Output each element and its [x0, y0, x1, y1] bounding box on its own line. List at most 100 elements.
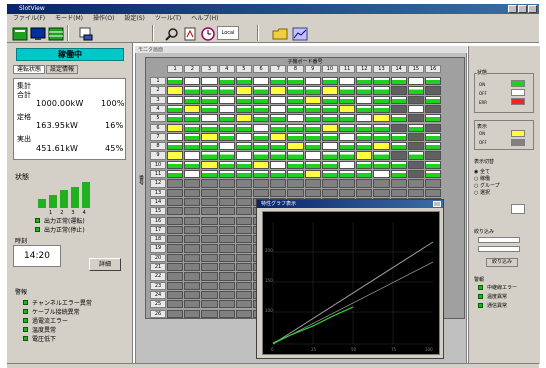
slot-cell[interactable]: [184, 188, 201, 197]
slot-cell[interactable]: [167, 290, 184, 300]
slot-cell[interactable]: [218, 225, 235, 235]
slot-cell[interactable]: [356, 104, 373, 114]
slot-cell[interactable]: [218, 160, 235, 169]
slot-cell[interactable]: [235, 253, 252, 262]
slot-cell[interactable]: [184, 77, 201, 86]
slot-cell[interactable]: [321, 77, 338, 86]
slot-cell[interactable]: [218, 207, 235, 216]
slot-cell[interactable]: [184, 272, 201, 281]
clock-icon[interactable]: [200, 26, 215, 41]
slot-cell[interactable]: [253, 142, 270, 151]
slot-cell[interactable]: [356, 160, 373, 169]
slot-cell[interactable]: [184, 95, 201, 104]
slot-cell[interactable]: [339, 104, 356, 114]
slot-cell[interactable]: [201, 104, 218, 114]
slot-cell[interactable]: [235, 104, 252, 114]
slot-cell[interactable]: [218, 263, 235, 272]
slot-cell[interactable]: [201, 188, 218, 197]
local-button[interactable]: Local: [217, 26, 239, 40]
filter-input-2[interactable]: [478, 246, 520, 252]
slot-cell[interactable]: [167, 188, 184, 197]
slot-cell[interactable]: [339, 114, 356, 123]
slot-cell[interactable]: [167, 235, 184, 244]
slot-cell[interactable]: [201, 300, 218, 309]
slot-cell[interactable]: [218, 300, 235, 309]
slot-cell[interactable]: [253, 160, 270, 169]
slot-cell[interactable]: [218, 197, 235, 207]
slot-cell[interactable]: [407, 160, 424, 169]
slot-cell[interactable]: [390, 142, 407, 151]
slot-cell[interactable]: [253, 170, 270, 179]
slot-cell[interactable]: [373, 114, 390, 123]
slot-cell[interactable]: [184, 151, 201, 160]
slot-cell[interactable]: [167, 114, 184, 123]
slot-cell[interactable]: [167, 123, 184, 132]
slot-cell[interactable]: [339, 123, 356, 132]
slot-cell[interactable]: [235, 300, 252, 309]
slot-cell[interactable]: [201, 290, 218, 300]
slot-cell[interactable]: [253, 104, 270, 114]
slot-cell[interactable]: [304, 151, 321, 160]
slot-cell[interactable]: [253, 123, 270, 132]
radio-active[interactable]: ○ 稼働: [474, 175, 534, 182]
slot-cell[interactable]: [425, 160, 442, 169]
slot-cell[interactable]: [184, 160, 201, 169]
slot-cell[interactable]: [390, 151, 407, 160]
slot-cell[interactable]: [304, 132, 321, 142]
slot-cell[interactable]: [425, 179, 442, 188]
slot-cell[interactable]: [218, 170, 235, 179]
slot-cell[interactable]: [201, 235, 218, 244]
slot-cell[interactable]: [201, 263, 218, 272]
maximize-button[interactable]: [518, 5, 527, 13]
slot-cell[interactable]: [253, 86, 270, 95]
slot-cell[interactable]: [373, 104, 390, 114]
slot-cell[interactable]: [253, 132, 270, 142]
slot-cell[interactable]: [407, 151, 424, 160]
slot-cell[interactable]: [339, 86, 356, 95]
slot-cell[interactable]: [390, 188, 407, 197]
slot-cell[interactable]: [167, 281, 184, 290]
slot-cell[interactable]: [356, 151, 373, 160]
slot-cell[interactable]: [373, 188, 390, 197]
slot-cell[interactable]: [407, 95, 424, 104]
slot-cell[interactable]: [339, 77, 356, 86]
slot-cell[interactable]: [270, 77, 287, 86]
slot-cell[interactable]: [184, 132, 201, 142]
slot-cell[interactable]: [201, 95, 218, 104]
slot-cell[interactable]: [184, 114, 201, 123]
filter-input-1[interactable]: [478, 237, 520, 243]
slot-cell[interactable]: [270, 104, 287, 114]
slot-cell[interactable]: [253, 77, 270, 86]
slot-cell[interactable]: [270, 132, 287, 142]
slot-cell[interactable]: [184, 253, 201, 262]
slot-cell[interactable]: [184, 290, 201, 300]
slot-cell[interactable]: [218, 253, 235, 262]
slot-cell[interactable]: [270, 151, 287, 160]
slot-cell[interactable]: [356, 179, 373, 188]
slot-cell[interactable]: [235, 216, 252, 225]
slot-cell[interactable]: [339, 179, 356, 188]
menu-tools[interactable]: ツール(T): [155, 14, 181, 23]
slot-cell[interactable]: [167, 272, 184, 281]
slot-cell[interactable]: [407, 188, 424, 197]
slot-cell[interactable]: [218, 235, 235, 244]
monitor-icon[interactable]: [29, 26, 46, 40]
slot-cell[interactable]: [235, 197, 252, 207]
slot-cell[interactable]: [253, 151, 270, 160]
slot-cell[interactable]: [407, 142, 424, 151]
slot-cell[interactable]: [201, 123, 218, 132]
slot-cell[interactable]: [356, 123, 373, 132]
slot-cell[interactable]: [218, 104, 235, 114]
slot-cell[interactable]: [321, 160, 338, 169]
slot-cell[interactable]: [270, 188, 287, 197]
slot-cell[interactable]: [321, 104, 338, 114]
slot-cell[interactable]: [218, 132, 235, 142]
slot-cell[interactable]: [356, 170, 373, 179]
slot-cell[interactable]: [167, 225, 184, 235]
slot-cell[interactable]: [287, 132, 304, 142]
slot-cell[interactable]: [184, 244, 201, 253]
slot-cell[interactable]: [287, 188, 304, 197]
graph-close-button[interactable]: [433, 201, 441, 207]
table-icon[interactable]: [47, 26, 64, 41]
radio-all[interactable]: ◉ 全て: [474, 168, 534, 175]
